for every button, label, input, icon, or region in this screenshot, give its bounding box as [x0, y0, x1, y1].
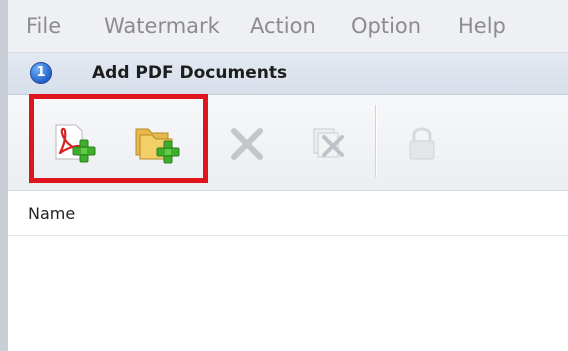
- pdf-add-icon: [55, 124, 96, 163]
- app-window: File Watermark Action Option Help 1 Add …: [0, 0, 568, 351]
- remove-x-icon: [231, 128, 263, 160]
- lock-icon: [409, 127, 435, 160]
- add-pdf-button[interactable]: [46, 115, 106, 171]
- toolbar: [8, 95, 568, 191]
- menu-option[interactable]: Option: [351, 14, 421, 38]
- remove-button[interactable]: [218, 115, 278, 171]
- step-badge: 1: [30, 62, 52, 84]
- document-list[interactable]: [8, 236, 568, 351]
- menu-file[interactable]: File: [26, 14, 61, 38]
- menu-watermark[interactable]: Watermark: [104, 14, 220, 38]
- remove-all-icon: [313, 128, 344, 158]
- toolbar-separator: [375, 105, 377, 177]
- column-header-name[interactable]: Name: [28, 204, 75, 223]
- section-title: Add PDF Documents: [92, 63, 288, 83]
- folder-add-icon: [135, 128, 180, 164]
- menu-bar: File Watermark Action Option Help: [8, 0, 568, 53]
- list-header: Name: [8, 192, 568, 236]
- menu-action[interactable]: Action: [250, 14, 316, 38]
- window-left-edge: [0, 0, 8, 351]
- add-folder-button[interactable]: [130, 115, 190, 171]
- section-header: 1 Add PDF Documents: [8, 53, 568, 95]
- menu-help[interactable]: Help: [458, 14, 506, 38]
- remove-all-button[interactable]: [300, 115, 360, 171]
- lock-button[interactable]: [392, 115, 452, 171]
